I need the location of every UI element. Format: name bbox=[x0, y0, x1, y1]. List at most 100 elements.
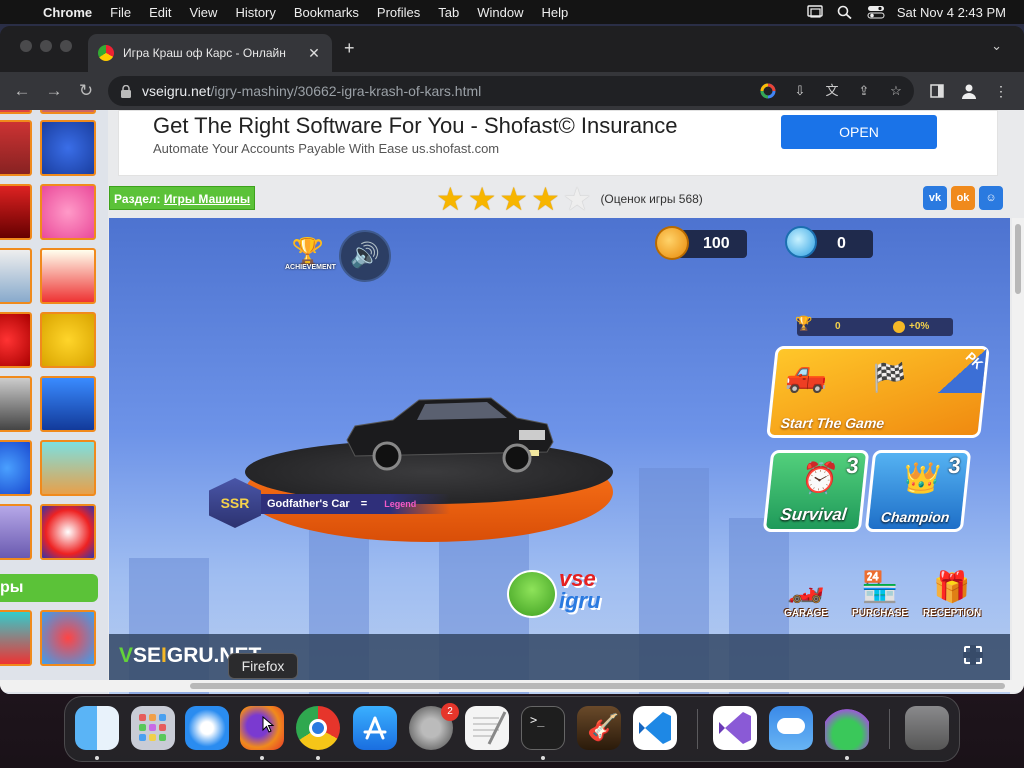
start-game-button[interactable]: 🛻 🏁 PK Start The Game bbox=[766, 346, 990, 438]
app-store-icon[interactable] bbox=[353, 706, 397, 750]
share-icon[interactable]: ⇪ bbox=[854, 81, 874, 101]
purchase-button[interactable]: 🏪 PURCHASE bbox=[845, 568, 915, 628]
new-tab-icon[interactable]: + bbox=[344, 38, 355, 59]
mailru-share-icon[interactable]: ☺ bbox=[979, 186, 1003, 210]
forward-icon[interactable]: → bbox=[38, 81, 70, 101]
dock-separator bbox=[697, 709, 698, 749]
game-canvas[interactable]: 🏆 ACHIEVEMENT 🔊 100 0 🏆 0 +0% 🛻 🏁 PK Sta… bbox=[109, 218, 1010, 694]
menu-window[interactable]: Window bbox=[468, 5, 532, 20]
vertical-scrollbar[interactable] bbox=[1012, 218, 1024, 680]
automator-icon[interactable] bbox=[825, 706, 869, 750]
sidebar-thumb[interactable] bbox=[0, 184, 32, 240]
zoom-window-icon[interactable] bbox=[60, 40, 72, 52]
terminal-icon[interactable]: >_ bbox=[521, 706, 565, 750]
bonus-coin-icon bbox=[893, 321, 905, 333]
star-4-icon[interactable]: ★ bbox=[531, 183, 560, 215]
sidebar-thumb[interactable] bbox=[0, 110, 32, 114]
screen-mirror-icon[interactable] bbox=[807, 5, 823, 19]
fullscreen-icon[interactable] bbox=[963, 645, 983, 665]
sidebar-thumb[interactable] bbox=[40, 504, 96, 560]
vscode-icon[interactable] bbox=[633, 706, 677, 750]
chrome-icon[interactable] bbox=[296, 706, 340, 750]
car-name: Godfather's Car bbox=[267, 498, 350, 510]
sidebar-thumb[interactable] bbox=[40, 376, 96, 432]
garageband-icon[interactable]: 🎸 bbox=[577, 706, 621, 750]
finder-icon[interactable] bbox=[75, 706, 119, 750]
sidebar-thumb[interactable] bbox=[0, 440, 32, 496]
menu-bookmarks[interactable]: Bookmarks bbox=[285, 5, 368, 20]
browser-tab[interactable]: Игра Краш оф Карс - Онлайн ✕ bbox=[88, 34, 332, 72]
menu-help[interactable]: Help bbox=[533, 5, 578, 20]
sidebar-thumb[interactable] bbox=[40, 184, 96, 240]
control-center-icon[interactable] bbox=[867, 5, 885, 19]
google-icon[interactable] bbox=[758, 81, 778, 101]
minimize-window-icon[interactable] bbox=[40, 40, 52, 52]
scroll-thumb[interactable] bbox=[1015, 224, 1021, 294]
ad-open-button[interactable]: OPEN bbox=[781, 115, 937, 149]
translate-icon[interactable]: 文 bbox=[822, 81, 842, 101]
address-bar[interactable]: vseigru.net/igry-mashiny/30662-igra-kras… bbox=[108, 76, 914, 106]
star-1-icon[interactable]: ★ bbox=[436, 183, 465, 215]
star-3-icon[interactable]: ★ bbox=[499, 183, 528, 215]
menu-app-name[interactable]: Chrome bbox=[34, 5, 101, 20]
menubar-clock[interactable]: Sat Nov 4 2:43 PM bbox=[897, 5, 1006, 20]
coin-counter: 100 bbox=[655, 226, 747, 260]
close-window-icon[interactable] bbox=[20, 40, 32, 52]
sidebar-thumb[interactable] bbox=[0, 376, 32, 432]
chrome-menu-icon[interactable]: ⋮ bbox=[990, 80, 1012, 102]
menu-profiles[interactable]: Profiles bbox=[368, 5, 429, 20]
sidebar-thumb[interactable] bbox=[0, 504, 32, 560]
vk-share-icon[interactable]: vk bbox=[923, 186, 947, 210]
sidebar-thumb[interactable] bbox=[40, 312, 96, 368]
bookmark-star-icon[interactable]: ☆ bbox=[886, 81, 906, 101]
achievement-button[interactable]: 🏆 ACHIEVEMENT bbox=[285, 238, 336, 278]
weather-icon[interactable] bbox=[769, 706, 813, 750]
sound-toggle-button[interactable]: 🔊 bbox=[339, 230, 391, 282]
trophy-count: 0 bbox=[835, 321, 841, 332]
tab-search-chevron-icon[interactable]: ⌄ bbox=[991, 38, 1002, 54]
safari-icon[interactable] bbox=[185, 706, 229, 750]
textedit-icon[interactable] bbox=[465, 706, 509, 750]
visual-studio-icon[interactable] bbox=[713, 706, 757, 750]
sidebar-thumb[interactable] bbox=[40, 248, 96, 304]
star-2-icon[interactable]: ★ bbox=[468, 183, 497, 215]
ok-share-icon[interactable]: ok bbox=[951, 186, 975, 210]
scroll-thumb[interactable] bbox=[190, 683, 1005, 689]
survival-mode-button[interactable]: ⏰ 3 Survival bbox=[762, 450, 870, 532]
reception-button[interactable]: 🎁 RECEPTION bbox=[917, 568, 987, 628]
sidebar-thumb[interactable] bbox=[40, 440, 96, 496]
horizontal-scrollbar[interactable] bbox=[0, 680, 1024, 692]
champion-mode-button[interactable]: 👑 3 Champion bbox=[864, 450, 972, 532]
sidebar-thumb[interactable] bbox=[40, 110, 96, 114]
chrome-window: Игра Краш оф Карс - Онлайн ✕ + ⌄ ← → ↻ v… bbox=[0, 26, 1024, 694]
lock-icon[interactable] bbox=[120, 84, 132, 98]
sidebar-thumb[interactable] bbox=[0, 610, 32, 666]
star-5-icon[interactable]: ★ bbox=[563, 183, 592, 215]
reload-icon[interactable]: ↻ bbox=[70, 81, 102, 101]
sidebar-thumb[interactable] bbox=[40, 120, 96, 176]
sidebar-thumb[interactable] bbox=[0, 248, 32, 304]
menu-edit[interactable]: Edit bbox=[140, 5, 180, 20]
purchase-label: PURCHASE bbox=[851, 608, 909, 619]
install-icon[interactable]: ⇩ bbox=[790, 81, 810, 101]
sidebar-thumb[interactable] bbox=[0, 120, 32, 176]
launchpad-icon[interactable] bbox=[131, 706, 175, 750]
tab-favicon-icon bbox=[98, 45, 114, 61]
sidebar-thumb[interactable] bbox=[0, 312, 32, 368]
menu-file[interactable]: File bbox=[101, 5, 140, 20]
trash-icon[interactable] bbox=[905, 706, 949, 750]
menu-view[interactable]: View bbox=[180, 5, 226, 20]
tab-close-icon[interactable]: ✕ bbox=[306, 45, 322, 62]
menu-history[interactable]: History bbox=[226, 5, 284, 20]
sidebar-thumb[interactable] bbox=[40, 610, 96, 666]
profile-avatar-icon[interactable] bbox=[958, 80, 980, 102]
menu-tab[interactable]: Tab bbox=[429, 5, 468, 20]
back-icon[interactable]: ← bbox=[6, 81, 38, 101]
section-link[interactable]: Игры Машины bbox=[164, 192, 250, 206]
ad-title[interactable]: Get The Right Software For You - Shofast… bbox=[153, 113, 678, 139]
search-icon[interactable] bbox=[837, 5, 853, 20]
ad-banner[interactable]: Get The Right Software For You - Shofast… bbox=[118, 110, 998, 176]
side-panel-icon[interactable] bbox=[926, 80, 948, 102]
section-prefix: Раздел: bbox=[114, 192, 161, 206]
garage-button[interactable]: 🏎️ GARAGE bbox=[771, 568, 841, 628]
